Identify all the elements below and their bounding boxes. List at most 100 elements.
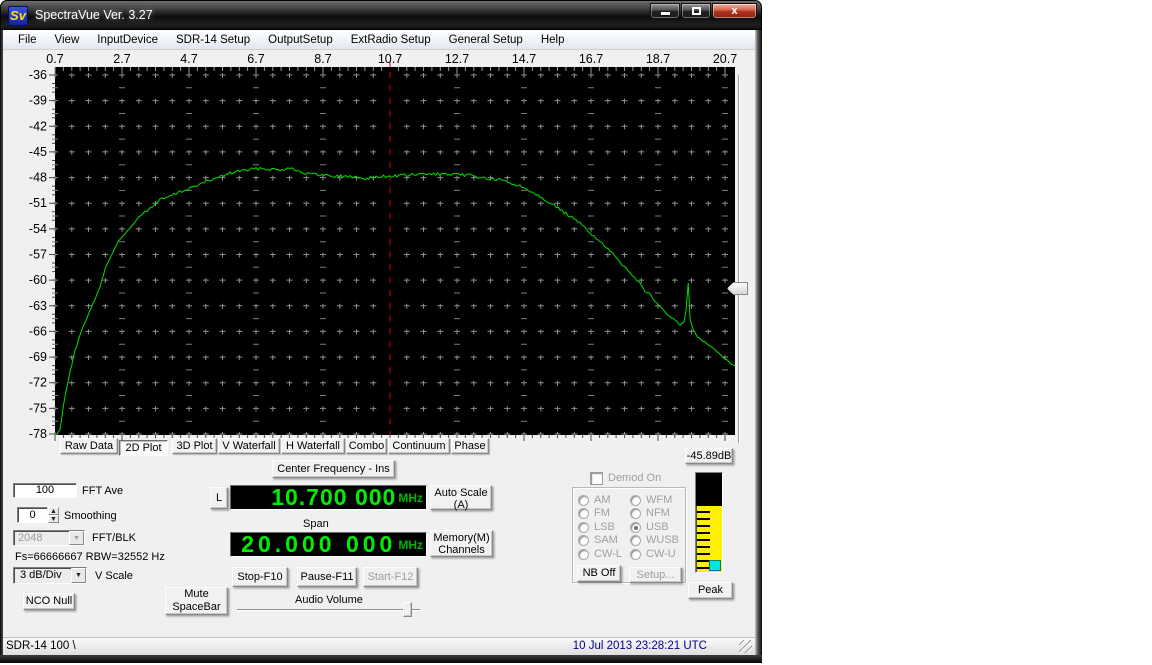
radio-wusb[interactable]	[630, 535, 641, 546]
fft-blk-label: FFT/BLK	[92, 532, 136, 544]
center-frequency-value: 10.700 000	[271, 484, 396, 511]
menu-item-view[interactable]: View	[46, 32, 89, 48]
mute-spacebar-button[interactable]: Mute SpaceBar	[165, 587, 228, 615]
memory-channels-button[interactable]: Memory(M) Channels	[430, 530, 493, 557]
center-frequency-unit: MHz	[398, 491, 423, 505]
menu-item-file[interactable]: File	[9, 32, 46, 48]
radio-fm[interactable]	[578, 508, 589, 519]
fft-blk-dropdown-icon[interactable]: ▼	[69, 531, 84, 545]
smoothing-spin-down[interactable]: ▼	[48, 515, 59, 523]
smoothing-spin-up[interactable]: ▲	[48, 507, 59, 515]
radio-label-wusb: WUSB	[646, 534, 679, 546]
fft-ave-label: FFT Ave	[82, 485, 123, 497]
tab-phase[interactable]: Phase	[451, 438, 489, 454]
l-button[interactable]: L	[210, 487, 228, 509]
menu-item-sdr-14-setup[interactable]: SDR-14 Setup	[167, 32, 259, 48]
title-bar: Sv SpectraVue Ver. 3.27 x	[0, 0, 762, 30]
app-icon: Sv	[8, 6, 28, 26]
tab-combo[interactable]: Combo	[346, 438, 387, 454]
radio-usb[interactable]	[630, 522, 641, 533]
y-axis-label: -39	[29, 94, 47, 108]
setup-button[interactable]: Setup...	[629, 567, 682, 583]
start-button[interactable]: Start-F12	[363, 567, 418, 587]
radio-selected-dot	[634, 526, 638, 530]
tab-h-waterfall[interactable]: H Waterfall	[281, 438, 345, 454]
tab-v-waterfall[interactable]: V Waterfall	[218, 438, 280, 454]
stop-button[interactable]: Stop-F10	[232, 567, 288, 587]
menu-item-general-setup[interactable]: General Setup	[440, 32, 532, 48]
status-device: SDR-14 100 \	[6, 640, 76, 652]
span-label: Span	[303, 518, 329, 530]
radio-sam[interactable]	[578, 535, 589, 546]
fft-ave-input[interactable]: 100	[13, 483, 77, 498]
peak-button[interactable]: Peak	[688, 582, 733, 599]
mute-line2: SpaceBar	[166, 601, 227, 614]
x-axis-label: 18.7	[646, 52, 670, 66]
fft-ave-value: 100	[14, 484, 76, 497]
radio-am[interactable]	[578, 495, 589, 506]
menu-item-inputdevice[interactable]: InputDevice	[88, 32, 167, 48]
center-frequency-display[interactable]: 10.700 000 MHz	[230, 485, 427, 510]
smoothing-input[interactable]: 0	[17, 507, 48, 523]
y-axis-label: -54	[29, 222, 47, 236]
auto-scale-button[interactable]: Auto Scale (A)	[430, 485, 492, 510]
signal-level-readout: -45.89dB	[685, 448, 733, 464]
audio-volume-slider-thumb[interactable]	[403, 602, 412, 617]
v-scale-combobox[interactable]: 3 dB/Div ▼	[13, 567, 87, 584]
v-scale-dropdown-icon[interactable]: ▼	[71, 568, 86, 583]
radio-lsb[interactable]	[578, 522, 589, 533]
tab-2d-plot[interactable]: 2D Plot	[119, 440, 168, 456]
meter-tick-scale	[697, 476, 710, 569]
resize-grip[interactable]	[739, 640, 752, 653]
x-axis-label: 12.7	[445, 52, 469, 66]
meter-peak-marker[interactable]	[709, 560, 721, 571]
nb-off-button[interactable]: NB Off	[577, 565, 621, 582]
spectrum-plot[interactable]: 0.72.74.76.78.710.712.714.716.718.720.7-…	[0, 50, 762, 455]
radio-label-am: AM	[594, 494, 611, 506]
y-axis-label: -60	[29, 273, 47, 287]
status-datetime: 10 Jul 2013 23:28:21 UTC	[573, 640, 707, 652]
demod-on-checkbox[interactable]	[590, 472, 603, 485]
plot-background	[55, 67, 735, 435]
status-bar: SDR-14 100 \ 10 Jul 2013 23:28:21 UTC	[3, 637, 755, 655]
fft-blk-combobox[interactable]: 2048 ▼	[13, 530, 85, 546]
radio-cw-u[interactable]	[630, 549, 641, 560]
tab-3d-plot[interactable]: 3D Plot	[172, 438, 217, 454]
y-axis-label: -75	[29, 401, 47, 415]
span-display[interactable]: 20.000 000 MHz	[230, 532, 427, 557]
span-value: 20.000 000	[241, 531, 396, 558]
tab-continuum[interactable]: Continuum	[388, 438, 450, 454]
radio-label-cw-u: CW-U	[646, 548, 676, 560]
x-axis-label: 20.7	[713, 52, 737, 66]
smoothing-value: 0	[18, 508, 47, 522]
radio-label-fm: FM	[594, 507, 610, 519]
center-frequency-button[interactable]: Center Frequency - Ins	[272, 460, 395, 478]
radio-label-sam: SAM	[594, 534, 618, 546]
radio-nfm[interactable]	[630, 508, 641, 519]
y-axis-label: -57	[29, 248, 47, 262]
maximize-button[interactable]	[681, 3, 711, 19]
radio-cw-l[interactable]	[578, 549, 589, 560]
menu-item-extradio-setup[interactable]: ExtRadio Setup	[342, 32, 440, 48]
window-title: SpectraVue Ver. 3.27	[35, 8, 153, 22]
minimize-button[interactable]	[650, 3, 680, 19]
close-button[interactable]: x	[712, 3, 757, 19]
menu-item-outputsetup[interactable]: OutputSetup	[259, 32, 342, 48]
y-axis-label: -45	[29, 145, 47, 159]
x-axis-label: 10.7	[378, 52, 402, 66]
radio-wfm[interactable]	[630, 495, 641, 506]
mute-line1: Mute	[166, 588, 227, 601]
x-axis-label: 14.7	[512, 52, 536, 66]
tab-raw-data[interactable]: Raw Data	[60, 438, 118, 454]
reference-level-slider-track[interactable]	[738, 75, 740, 443]
x-axis-label: 6.7	[247, 52, 264, 66]
demod-on-label: Demod On	[608, 472, 661, 484]
window-frame-bottom	[0, 655, 762, 663]
y-axis-label: -78	[29, 427, 47, 441]
nco-null-button[interactable]: NCO Null	[23, 593, 75, 610]
radio-label-cw-l: CW-L	[594, 548, 622, 560]
audio-volume-slider-track[interactable]	[237, 609, 420, 611]
menu-item-help[interactable]: Help	[532, 32, 574, 48]
pause-button[interactable]: Pause-F11	[297, 567, 357, 587]
x-axis-label: 0.7	[46, 52, 63, 66]
